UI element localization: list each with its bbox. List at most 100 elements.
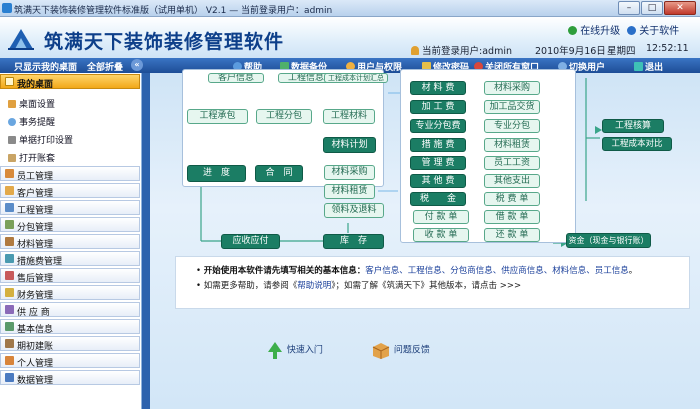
sidebar-section-personal[interactable]: 个人管理 xyxy=(0,353,140,369)
project-accounting-node[interactable]: 工程核算 xyxy=(602,119,664,133)
quick-start-label: 快速入门 xyxy=(286,345,323,356)
maximize-button[interactable]: □ xyxy=(641,1,663,15)
loan-voucher-node[interactable]: 借 款 单 xyxy=(484,210,540,224)
processed-delivery-node[interactable]: 加工品交货 xyxy=(484,100,540,114)
contract-node[interactable]: 合 同 xyxy=(255,165,303,182)
upgrade-label: 在线升级 xyxy=(580,26,621,37)
cost-measures-node[interactable]: 措 施 费 xyxy=(410,138,466,152)
cost-plan-node[interactable]: 工程成本计划汇总 xyxy=(324,73,388,83)
cost-processing-node[interactable]: 加 工 费 xyxy=(410,100,466,114)
sidebar: 我的桌面 桌面设置 事务提醒 单据打印设置 打开账套 员工管理 客户管理 工程管… xyxy=(0,73,142,409)
after-sales-icon xyxy=(5,271,14,280)
sidebar-section-suppliers[interactable]: 供 应 商 xyxy=(0,302,140,318)
getting-started-panel: • 开始使用本软件请先填写相关的基本信息：客户信息、工程信息、分包商信息、供应商… xyxy=(175,256,690,309)
quick-start-icon xyxy=(268,342,282,359)
sidebar-section-label: 措施费管理 xyxy=(17,257,63,267)
exit-icon xyxy=(634,62,643,71)
logo-icon xyxy=(8,29,34,50)
cost-management-node[interactable]: 管 理 费 xyxy=(410,156,466,170)
data-icon xyxy=(5,373,14,382)
sidebar-section-measures[interactable]: 措施费管理 xyxy=(0,251,140,267)
project-contract-node[interactable]: 工程承包 xyxy=(187,109,248,124)
feedback-box-icon xyxy=(372,343,390,359)
wages-node[interactable]: 员工工资 xyxy=(484,156,540,170)
sidebar-item-desktop-settings[interactable]: 桌面设置 xyxy=(8,97,55,110)
repayment-voucher-node[interactable]: 还 款 单 xyxy=(484,228,540,242)
other-expense-node[interactable]: 其他支出 xyxy=(484,174,540,188)
finance-icon xyxy=(5,288,14,297)
cost-other-node[interactable]: 其 他 费 xyxy=(410,174,466,188)
sidebar-section-opening[interactable]: 期初建账 xyxy=(0,336,140,352)
specialty-subcontract-node[interactable]: 专业分包 xyxy=(484,119,540,133)
sidebar-section-after-sales[interactable]: 售后管理 xyxy=(0,268,140,284)
material-rental-node[interactable]: 材料租赁 xyxy=(324,184,375,199)
sidebar-section-label: 工程管理 xyxy=(17,206,54,216)
sidebar-section-materials[interactable]: 材料管理 xyxy=(0,234,140,250)
measures-icon xyxy=(5,254,14,263)
material-purchase-node[interactable]: 材料采购 xyxy=(324,165,375,180)
current-time: 12:52:11 xyxy=(646,43,689,54)
sidebar-splitter[interactable] xyxy=(142,73,150,409)
sidebar-section-projects[interactable]: 工程管理 xyxy=(0,200,140,216)
cost-comparison-node[interactable]: 工程成本对比 xyxy=(602,137,672,151)
rental-node[interactable]: 材料租赁 xyxy=(484,138,540,152)
cost-subcontract-node[interactable]: 专业分包费 xyxy=(410,119,466,133)
sidebar-section-customers[interactable]: 客户管理 xyxy=(0,183,140,199)
cost-tax-node[interactable]: 税 金 xyxy=(410,192,466,206)
sidebar-section-label: 员工管理 xyxy=(17,172,54,182)
printer-icon xyxy=(8,136,16,144)
opening-icon xyxy=(5,339,14,348)
help-doc-link[interactable]: 帮助说明 xyxy=(297,281,331,291)
receivables-payables-node[interactable]: 应收应付 xyxy=(221,234,280,249)
show-desktop-only-button[interactable]: 只显示我的桌面 xyxy=(14,60,77,73)
project-subcontract-node[interactable]: 工程分包 xyxy=(256,109,312,124)
about-label: 关于软件 xyxy=(639,26,680,37)
window-titlebar[interactable]: 筑满天下装饰装修管理软件标准版（试用单机） V2.1 — 当前登录用户：admi… xyxy=(0,0,700,17)
basic-info-icon xyxy=(5,322,14,331)
requisition-node[interactable]: 领料及退料 xyxy=(324,203,384,218)
exit-button[interactable]: 退出 xyxy=(634,60,663,73)
sidebar-section-employees[interactable]: 员工管理 xyxy=(0,166,140,182)
payment-voucher-node[interactable]: 付 款 单 xyxy=(413,210,469,224)
cost-material-node[interactable]: 材 料 费 xyxy=(410,81,466,95)
sidebar-item-open-account[interactable]: 打开账套 xyxy=(8,151,55,164)
sidebar-item-print-settings[interactable]: 单据打印设置 xyxy=(8,133,73,146)
sidebar-section-label: 我的桌面 xyxy=(17,80,54,90)
personal-icon xyxy=(5,356,14,365)
collapse-arrow-icon[interactable]: « xyxy=(131,59,143,71)
funds-node[interactable]: 资金（现金与银行账） xyxy=(566,233,651,248)
sidebar-section-finance[interactable]: 财务管理 xyxy=(0,285,140,301)
progress-node[interactable]: 进 度 xyxy=(187,165,246,182)
feedback-link[interactable]: 问题反馈 xyxy=(371,340,430,360)
purchase-node[interactable]: 材料采购 xyxy=(484,81,540,95)
settings-icon xyxy=(8,100,16,108)
subcontract-icon xyxy=(5,220,14,229)
receipt-voucher-node[interactable]: 收 款 单 xyxy=(413,228,469,242)
close-button[interactable]: ✕ xyxy=(664,1,696,15)
info-help-suffix[interactable]: 》；如需了解《筑满天下》其他版本，请点击 >>> xyxy=(331,281,521,291)
about-link[interactable]: 关于软件 xyxy=(627,22,679,37)
quick-start-link[interactable]: 快速入门 xyxy=(266,340,323,360)
collapse-all-button[interactable]: 全部折叠 xyxy=(87,60,123,73)
sidebar-section-subcontract[interactable]: 分包管理 xyxy=(0,217,140,233)
sidebar-section-my-desktop[interactable]: 我的桌面 xyxy=(0,74,140,90)
online-upgrade-link[interactable]: 在线升级 xyxy=(568,22,620,37)
sidebar-item-label: 桌面设置 xyxy=(19,100,56,110)
info-items-link[interactable]: 客户信息、工程信息、分包商信息、供应商信息、材料信息、员工信息 xyxy=(365,266,629,276)
customer-info-node[interactable]: 客户信息 xyxy=(208,73,264,83)
tax-bill-node[interactable]: 税 费 单 xyxy=(484,192,540,206)
sidebar-section-label: 个人管理 xyxy=(17,359,54,369)
app-header: 筑满天下装饰装修管理软件 在线升级 关于软件 当前登录用户:admin 2010… xyxy=(0,17,700,58)
supplier-icon xyxy=(5,305,14,314)
app-title: 筑满天下装饰装修管理软件 xyxy=(44,31,285,53)
reminder-icon xyxy=(8,118,16,126)
sidebar-section-label: 材料管理 xyxy=(17,240,54,250)
sidebar-section-basic-info[interactable]: 基本信息 xyxy=(0,319,140,335)
sidebar-section-data[interactable]: 数据管理 xyxy=(0,370,140,386)
material-plan-node[interactable]: 材料计划 xyxy=(323,137,376,153)
inventory-node[interactable]: 库 存 xyxy=(323,234,384,249)
minimize-button[interactable]: – xyxy=(618,1,640,15)
sidebar-section-label: 售后管理 xyxy=(17,274,54,284)
project-material-node[interactable]: 工程材料 xyxy=(323,109,375,124)
sidebar-item-reminders[interactable]: 事务提醒 xyxy=(8,115,55,128)
